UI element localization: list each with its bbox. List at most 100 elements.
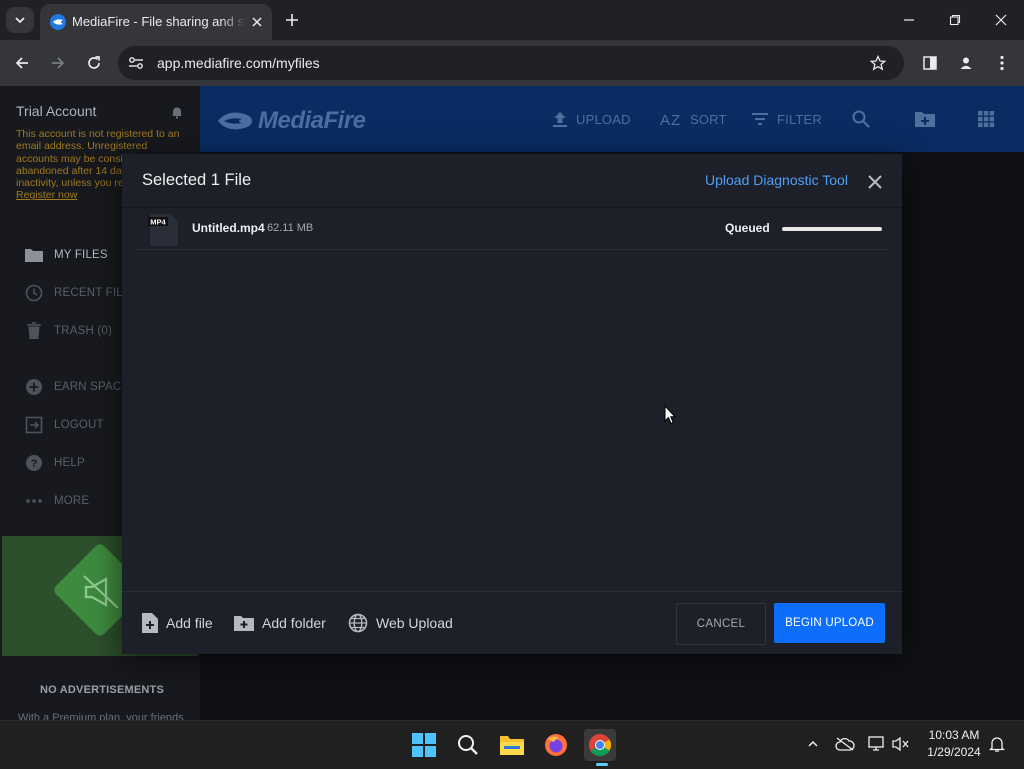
minimize-icon [904,19,914,21]
chrome-button[interactable] [584,729,616,761]
add-file-label: Add file [166,615,213,631]
taskbar-search-button[interactable] [452,729,484,761]
side-panel-button[interactable] [916,49,944,77]
tab-title: MediaFire - File sharing and storage mad… [72,14,246,29]
file-explorer-button[interactable] [496,729,528,761]
file-row[interactable]: MP4 Untitled.mp4 62.11 MB Queued [136,208,888,250]
search-icon [852,110,870,128]
browser-tab-strip: MediaFire - File sharing and storage mad… [0,0,1024,40]
cancel-button[interactable]: CANCEL [676,603,766,645]
bell-icon[interactable] [170,105,184,119]
logo-text: MediaFire [258,107,366,134]
divider [122,591,902,592]
network-tray-button[interactable] [866,733,888,755]
browser-toolbar: app.mediafire.com/myfiles [0,40,1024,86]
mediafire-header: MediaFire UPLOAD AZ SORT FILTER [200,86,1024,152]
web-upload-label: Web Upload [376,615,453,631]
globe-icon [348,613,368,633]
add-folder-button[interactable]: Add folder [234,612,326,634]
register-link[interactable]: Register now [16,189,77,201]
upload-button[interactable]: UPLOAD [552,108,631,130]
forward-button[interactable] [44,49,72,77]
notifications-button[interactable] [986,733,1008,755]
file-name: Untitled.mp4 [192,221,265,235]
profile-button[interactable] [952,49,980,77]
file-size: 62.11 MB [267,222,314,234]
tab-search-button[interactable] [6,7,34,33]
upload-dialog: Selected 1 File Upload Diagnostic Tool M… [122,154,902,654]
sidebar-item-label: MY FILES [54,249,108,261]
bookmark-button[interactable] [868,53,888,73]
start-button[interactable] [408,729,440,761]
cloud-off-icon [835,737,855,751]
upload-status: Queued [725,221,770,235]
mouse-cursor-icon [664,405,676,425]
video-file-icon: MP4 [148,214,178,246]
file-plus-icon [142,613,158,633]
show-hidden-icons-button[interactable] [802,733,824,755]
chrome-icon [589,734,611,756]
restore-icon [949,14,961,26]
logout-icon [24,415,44,435]
restore-button[interactable] [940,8,970,32]
profile-icon [960,57,972,69]
clock-icon [24,283,44,303]
account-title: Trial Account [16,103,97,119]
svg-text:?: ? [31,458,38,470]
mediafire-logo[interactable]: MediaFire [216,106,386,136]
help-icon: ? [24,453,44,473]
back-button[interactable] [8,49,36,77]
dialog-title: Selected 1 File [142,171,252,189]
clock-date[interactable]: 1/29/2024 [914,745,994,759]
site-info-button[interactable] [124,52,148,74]
active-app-indicator [596,763,608,766]
bell-icon [989,737,1005,752]
network-icon [868,736,884,751]
clock-time[interactable]: 10:03 AM [914,728,994,742]
tune-icon [129,57,143,69]
new-tab-button[interactable] [282,10,302,30]
sort-button[interactable]: AZ SORT [660,108,727,130]
window-close-button[interactable] [986,8,1016,32]
reload-button[interactable] [80,49,108,77]
add-folder-label: Add folder [262,615,326,631]
volume-tray-button[interactable] [890,733,912,755]
grid-view-button[interactable] [977,108,995,130]
search-icon [458,735,478,755]
url-text[interactable]: app.mediafire.com/myfiles [157,55,320,71]
filter-button[interactable]: FILTER [751,108,822,130]
mediafire-flame-icon [218,112,252,130]
svg-text:Z: Z [671,112,680,128]
search-button[interactable] [852,108,870,130]
upload-label: UPLOAD [576,111,631,127]
upload-diagnostic-link[interactable]: Upload Diagnostic Tool [705,172,848,188]
begin-upload-button[interactable]: BEGIN UPLOAD [774,603,885,643]
upload-progress-bar [782,227,882,231]
address-bar[interactable]: app.mediafire.com/myfiles [118,46,904,80]
close-icon [868,175,882,189]
sidebar-item-label: HELP [54,457,85,469]
onedrive-tray-button[interactable] [834,733,856,755]
tab-close-button[interactable] [248,13,266,31]
volume-muted-icon [892,736,909,752]
close-icon [995,14,1007,26]
file-type-badge: MP4 [150,218,166,227]
add-file-button[interactable]: Add file [142,612,213,634]
arrow-right-icon [52,57,65,69]
browser-menu-button[interactable] [988,49,1016,77]
side-panel-icon [923,56,937,70]
megaphone-crossed-icon [83,575,119,609]
sidebar-item-label: LOGOUT [54,419,104,431]
new-folder-button[interactable] [914,108,936,130]
browser-tab[interactable]: MediaFire - File sharing and storage mad… [40,4,272,40]
firefox-button[interactable] [540,729,572,761]
folder-icon [500,736,524,755]
web-upload-button[interactable]: Web Upload [348,612,453,634]
mediafire-favicon-icon [50,14,66,30]
chevron-down-icon [15,17,25,24]
minimize-button[interactable] [894,8,924,32]
no-ads-heading: NO ADVERTISEMENTS [40,684,165,696]
folder-plus-icon [915,112,935,127]
dialog-close-button[interactable] [864,171,886,193]
windows-logo-icon [412,733,436,757]
